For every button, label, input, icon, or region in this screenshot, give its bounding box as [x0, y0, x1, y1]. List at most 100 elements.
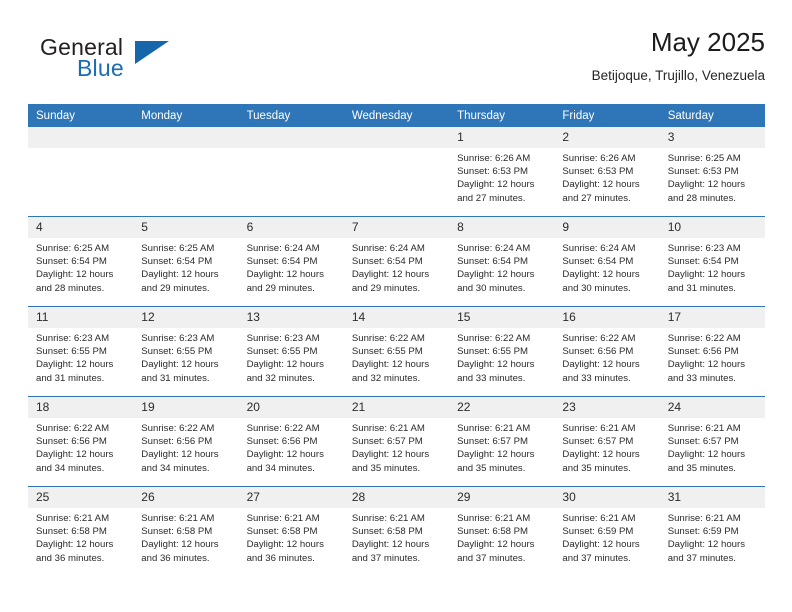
- sunrise-text: Sunrise: 6:25 AM: [141, 243, 215, 254]
- sunset-text: Sunset: 6:56 PM: [36, 436, 107, 448]
- page-header: General Blue May 2025 Betijoque, Trujill…: [28, 26, 765, 98]
- sunset-text: Sunset: 6:58 PM: [351, 526, 423, 538]
- day-number: 28: [343, 487, 450, 508]
- sunrise-text: Sunrise: 6:22 AM: [457, 333, 531, 344]
- sunrise-text: Sunrise: 6:21 AM: [562, 423, 636, 434]
- sunrise-text: Sunrise: 6:22 AM: [141, 423, 215, 434]
- calendar-day-cell[interactable]: 3 Sunrise: 6:25 AM Sunset: 6:53 PM Daylight…: [659, 127, 765, 217]
- day-details: Sunrise: 6:24 AM Sunset: 6:54 PM Daylight:…: [344, 238, 449, 295]
- day-details: Sunrise: 6:22 AM Sunset: 6:56 PM Daylight:…: [660, 328, 765, 385]
- calendar-day-cell[interactable]: 9 Sunrise: 6:24 AM Sunset: 6:54 PM Daylight…: [554, 216, 660, 307]
- calendar-day-cell[interactable]: 25 Sunrise: 6:21 AM Sunset: 6:58 PM Dayligh…: [28, 486, 134, 576]
- sunrise-text: Sunrise: 6:21 AM: [351, 513, 425, 524]
- daylight-text: Daylight: 12 hours and 30 minutes.: [457, 269, 535, 294]
- day-number: 16: [554, 307, 660, 328]
- day-details: Sunrise: 6:24 AM Sunset: 6:54 PM Daylight:…: [239, 238, 344, 295]
- calendar-day-cell[interactable]: 2 Sunrise: 6:26 AM Sunset: 6:53 PM Daylight…: [554, 127, 660, 217]
- calendar-day-cell[interactable]: 20 Sunrise: 6:22 AM Sunset: 6:56 PM Dayligh…: [238, 396, 344, 487]
- calendar-day-cell[interactable]: 13 Sunrise: 6:23 AM Sunset: 6:55 PM Dayligh…: [238, 306, 344, 397]
- calendar-day-cell[interactable]: 12 Sunrise: 6:23 AM Sunset: 6:55 PM Dayligh…: [133, 306, 239, 397]
- day-number: 7: [343, 217, 450, 238]
- calendar-day-cell[interactable]: 29 Sunrise: 6:21 AM Sunset: 6:58 PM Dayligh…: [449, 486, 555, 576]
- daylight-text: Daylight: 12 hours and 34 minutes.: [36, 449, 114, 474]
- daylight-text: Daylight: 12 hours and 28 minutes.: [36, 269, 114, 294]
- calendar-day-cell[interactable]: 30 Sunrise: 6:21 AM Sunset: 6:59 PM Dayligh…: [554, 486, 660, 576]
- weekday-header-thursday: Thursday: [449, 104, 555, 127]
- day-number: 4: [28, 217, 134, 238]
- day-details: Sunrise: 6:24 AM Sunset: 6:54 PM Daylight:…: [554, 238, 659, 295]
- day-number: 20: [238, 397, 344, 418]
- calendar-day-cell[interactable]: 21 Sunrise: 6:21 AM Sunset: 6:57 PM Dayligh…: [343, 396, 450, 487]
- sunrise-text: Sunrise: 6:26 AM: [457, 153, 531, 164]
- page-title: May 2025: [650, 27, 765, 57]
- day-number: 17: [659, 307, 765, 328]
- day-details: Sunrise: 6:26 AM Sunset: 6:53 PM Daylight:…: [449, 148, 554, 205]
- calendar-page: General Blue May 2025 Betijoque, Trujill…: [0, 0, 792, 612]
- sunrise-text: Sunrise: 6:21 AM: [457, 423, 531, 434]
- day-details: Sunrise: 6:21 AM Sunset: 6:58 PM Daylight:…: [344, 508, 449, 565]
- sunrise-text: Sunrise: 6:21 AM: [141, 513, 215, 524]
- calendar-day-cell[interactable]: 23 Sunrise: 6:21 AM Sunset: 6:57 PM Dayligh…: [554, 396, 660, 487]
- sunrise-text: Sunrise: 6:23 AM: [667, 243, 741, 254]
- calendar-week-row: 25 Sunrise: 6:21 AM Sunset: 6:58 PM Dayligh…: [28, 486, 765, 576]
- sunset-text: Sunset: 6:57 PM: [562, 436, 634, 448]
- calendar-day-cell[interactable]: 14 Sunrise: 6:22 AM Sunset: 6:55 PM Dayligh…: [343, 306, 450, 397]
- calendar-body: 1 Sunrise: 6:26 AM Sunset: 6:53 PM Daylight…: [28, 127, 765, 576]
- daylight-text: Daylight: 12 hours and 28 minutes.: [667, 179, 746, 204]
- calendar-day-cell[interactable]: 18 Sunrise: 6:22 AM Sunset: 6:56 PM Dayligh…: [28, 396, 134, 487]
- day-details: Sunrise: 6:21 AM Sunset: 6:58 PM Daylight:…: [28, 508, 133, 565]
- day-details: Sunrise: 6:23 AM Sunset: 6:55 PM Daylight:…: [133, 328, 238, 385]
- sunset-text: Sunset: 6:58 PM: [141, 526, 213, 538]
- day-number: 11: [28, 307, 134, 328]
- calendar-day-cell[interactable]: 11 Sunrise: 6:23 AM Sunset: 6:55 PM Dayligh…: [28, 306, 134, 397]
- daylight-text: Daylight: 12 hours and 37 minutes.: [562, 539, 640, 564]
- calendar-day-cell[interactable]: 5 Sunrise: 6:25 AM Sunset: 6:54 PM Daylight…: [133, 216, 239, 307]
- calendar-day-cell[interactable]: 22 Sunrise: 6:21 AM Sunset: 6:57 PM Dayligh…: [449, 396, 555, 487]
- weekday-header-sunday: Sunday: [28, 104, 134, 127]
- day-number: 9: [554, 217, 660, 238]
- calendar-day-cell[interactable]: 28 Sunrise: 6:21 AM Sunset: 6:58 PM Dayligh…: [343, 486, 450, 576]
- calendar-day-cell[interactable]: 15 Sunrise: 6:22 AM Sunset: 6:55 PM Dayligh…: [449, 306, 555, 397]
- daylight-text: Daylight: 12 hours and 27 minutes.: [457, 179, 535, 204]
- daylight-text: Daylight: 12 hours and 37 minutes.: [667, 539, 746, 564]
- day-number: 19: [133, 397, 239, 418]
- calendar-day-cell[interactable]: 27 Sunrise: 6:21 AM Sunset: 6:58 PM Dayligh…: [238, 486, 344, 576]
- brand-logo[interactable]: General Blue: [40, 34, 230, 90]
- calendar-day-cell[interactable]: 16 Sunrise: 6:22 AM Sunset: 6:56 PM Dayligh…: [554, 306, 660, 397]
- day-number: 15: [449, 307, 555, 328]
- calendar-day-cell[interactable]: 1 Sunrise: 6:26 AM Sunset: 6:53 PM Daylight…: [449, 127, 555, 217]
- daylight-text: Daylight: 12 hours and 31 minutes.: [141, 359, 219, 384]
- calendar-day-cell[interactable]: 8 Sunrise: 6:24 AM Sunset: 6:54 PM Daylight…: [449, 216, 555, 307]
- sunset-text: Sunset: 6:57 PM: [667, 436, 739, 448]
- sunrise-text: Sunrise: 6:24 AM: [562, 243, 636, 254]
- day-details: Sunrise: 6:22 AM Sunset: 6:55 PM Daylight:…: [449, 328, 554, 385]
- sunset-text: Sunset: 6:57 PM: [457, 436, 529, 448]
- calendar-day-cell-empty: [238, 127, 344, 217]
- daylight-text: Daylight: 12 hours and 36 minutes.: [141, 539, 219, 564]
- calendar-day-cell[interactable]: 4 Sunrise: 6:25 AM Sunset: 6:54 PM Daylight…: [28, 216, 134, 307]
- calendar-day-cell[interactable]: 6 Sunrise: 6:24 AM Sunset: 6:54 PM Daylight…: [238, 216, 344, 307]
- day-number: 26: [133, 487, 239, 508]
- calendar-day-cell[interactable]: 24 Sunrise: 6:21 AM Sunset: 6:57 PM Dayligh…: [659, 396, 765, 487]
- day-number: 5: [133, 217, 239, 238]
- daylight-text: Daylight: 12 hours and 37 minutes.: [457, 539, 535, 564]
- calendar-day-cell[interactable]: 17 Sunrise: 6:22 AM Sunset: 6:56 PM Dayligh…: [659, 306, 765, 397]
- calendar-day-cell[interactable]: 10 Sunrise: 6:23 AM Sunset: 6:54 PM Dayligh…: [659, 216, 765, 307]
- location-subtitle: Betijoque, Trujillo, Venezuela: [591, 68, 765, 83]
- calendar-day-cell[interactable]: 31 Sunrise: 6:21 AM Sunset: 6:59 PM Dayligh…: [659, 486, 765, 576]
- daylight-text: Daylight: 12 hours and 35 minutes.: [457, 449, 535, 474]
- day-number: [133, 127, 239, 148]
- day-number: [343, 127, 450, 148]
- calendar-day-cell[interactable]: 19 Sunrise: 6:22 AM Sunset: 6:56 PM Dayligh…: [133, 396, 239, 487]
- sunset-text: Sunset: 6:56 PM: [562, 346, 634, 358]
- sunset-text: Sunset: 6:54 PM: [457, 256, 529, 268]
- day-details: Sunrise: 6:21 AM Sunset: 6:57 PM Daylight:…: [344, 418, 449, 475]
- day-details: Sunrise: 6:21 AM Sunset: 6:59 PM Daylight:…: [660, 508, 765, 565]
- calendar-week-row: 18 Sunrise: 6:22 AM Sunset: 6:56 PM Dayligh…: [28, 396, 765, 487]
- sunset-text: Sunset: 6:56 PM: [141, 436, 213, 448]
- day-number: 13: [238, 307, 344, 328]
- calendar-day-cell[interactable]: 26 Sunrise: 6:21 AM Sunset: 6:58 PM Dayligh…: [133, 486, 239, 576]
- calendar-day-cell[interactable]: 7 Sunrise: 6:24 AM Sunset: 6:54 PM Daylight…: [343, 216, 450, 307]
- weekday-header-monday: Monday: [133, 104, 239, 127]
- day-details: Sunrise: 6:25 AM Sunset: 6:53 PM Daylight:…: [660, 148, 765, 205]
